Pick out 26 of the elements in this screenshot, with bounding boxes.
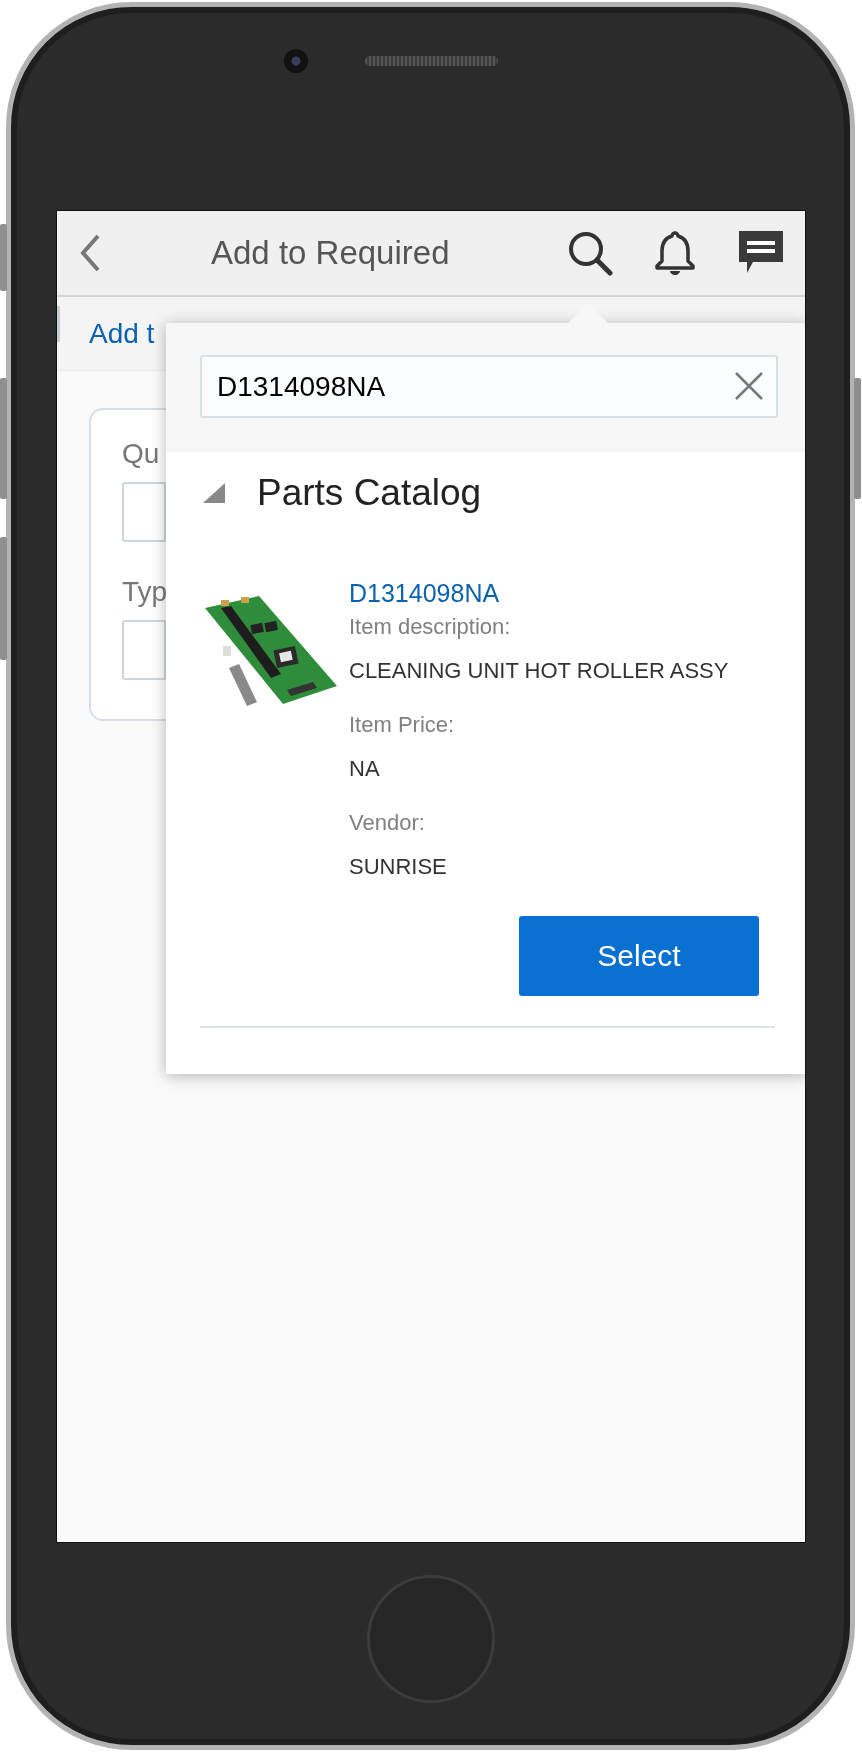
side-button[interactable] xyxy=(0,537,7,660)
close-icon[interactable] xyxy=(734,371,764,401)
select-button[interactable]: Select xyxy=(519,916,759,996)
search-icon[interactable] xyxy=(567,230,613,276)
bell-icon[interactable] xyxy=(653,230,697,276)
input-field[interactable] xyxy=(122,620,166,680)
detail-value: SUNRISE xyxy=(349,854,447,880)
detail-value: CLEANING UNIT HOT ROLLER ASSY xyxy=(349,658,729,684)
field-label: Typ xyxy=(122,575,168,609)
page-title: Add to Required xyxy=(211,234,450,272)
back-icon[interactable] xyxy=(79,234,101,272)
search-field[interactable]: D1314098NA xyxy=(200,355,778,418)
section-title: Parts Catalog xyxy=(257,472,482,514)
camera-lens xyxy=(284,48,308,73)
side-button[interactable] xyxy=(854,378,861,499)
tab[interactable]: Add t xyxy=(89,317,155,350)
field-label: Qu xyxy=(122,437,160,471)
detail-value: NA xyxy=(349,756,380,782)
input-field[interactable] xyxy=(122,482,166,542)
triangle-icon[interactable] xyxy=(203,483,225,503)
side-button[interactable] xyxy=(0,224,7,291)
part-number-link[interactable]: D1314098NA xyxy=(349,578,500,608)
detail-label: Item Price: xyxy=(349,712,455,738)
detail-label: Vendor: xyxy=(349,810,425,836)
detail-label: Item description: xyxy=(349,614,511,640)
side-button[interactable] xyxy=(0,378,7,499)
